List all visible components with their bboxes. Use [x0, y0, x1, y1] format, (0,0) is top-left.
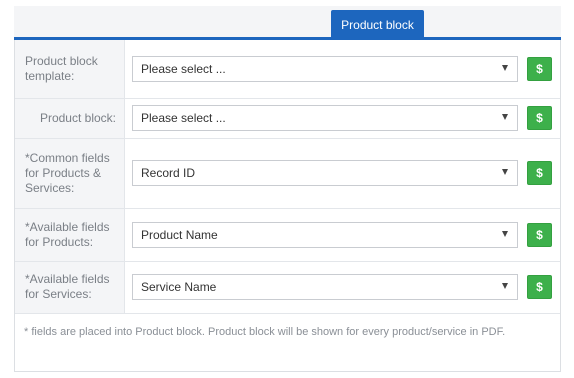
common-fields-label: *Common fields for Products & Services:: [15, 138, 125, 209]
caret-down-icon: [502, 283, 508, 289]
select-value: Please select ...: [141, 111, 226, 125]
insert-variable-button[interactable]: $: [527, 161, 552, 185]
form-row-template: Product block template: Please select ..…: [15, 40, 560, 99]
tab-strip: Product block: [14, 6, 561, 40]
product-fields-label: *Available fields for Products:: [15, 208, 125, 262]
product-block-panel: Product block template: Please select ..…: [14, 40, 561, 372]
product-block-template-select[interactable]: Please select ...: [132, 55, 518, 82]
common-fields-select[interactable]: Record ID: [132, 160, 518, 186]
product-fields-select[interactable]: Product Name: [132, 221, 518, 248]
select-value: Record ID: [141, 166, 196, 180]
caret-down-icon: [502, 114, 508, 120]
caret-down-icon: [502, 169, 508, 175]
select-value: Service Name: [141, 280, 217, 294]
product-block-select[interactable]: Please select ...: [132, 105, 518, 131]
product-block-template-label: Product block template:: [15, 40, 125, 99]
product-block-form: Product block template: Please select ..…: [15, 40, 560, 314]
caret-down-icon: [502, 230, 508, 237]
service-fields-label: *Available fields for Services:: [15, 261, 125, 314]
select-value: Product Name: [141, 227, 218, 242]
form-row-product-block: Product block: Please select ... $: [15, 98, 560, 139]
insert-variable-button[interactable]: $: [527, 56, 552, 81]
form-row-service-fields: *Available fields for Services: Service …: [15, 261, 560, 314]
service-fields-select[interactable]: Service Name: [132, 274, 518, 300]
insert-variable-button[interactable]: $: [527, 275, 552, 299]
product-block-label: Product block:: [15, 98, 125, 139]
insert-variable-button[interactable]: $: [527, 106, 552, 130]
select-value: Please select ...: [141, 61, 226, 76]
caret-down-icon: [502, 64, 508, 71]
form-row-common-fields: *Common fields for Products & Services: …: [15, 138, 560, 209]
insert-variable-button[interactable]: $: [527, 222, 552, 247]
fields-note: * fields are placed into Product block. …: [24, 325, 506, 338]
tab-product-block[interactable]: Product block: [331, 10, 424, 40]
form-row-product-fields: *Available fields for Products: Product …: [15, 208, 560, 262]
